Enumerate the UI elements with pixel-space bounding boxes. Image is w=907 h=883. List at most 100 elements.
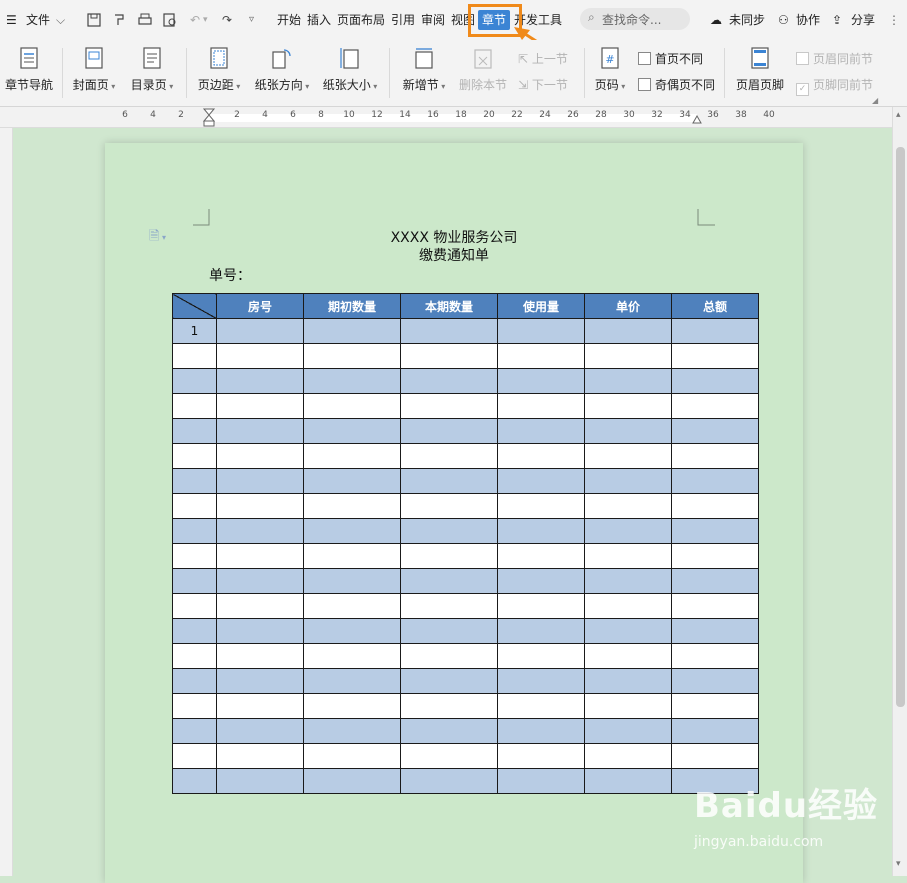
table-cell[interactable] — [400, 418, 498, 444]
table-cell[interactable] — [671, 543, 759, 569]
collaborate-icon[interactable]: ⚇ — [778, 11, 789, 29]
table-cell[interactable] — [671, 468, 759, 494]
table-cell[interactable] — [584, 743, 672, 769]
row-index-cell[interactable] — [172, 593, 217, 619]
table-cell[interactable] — [584, 468, 672, 494]
table-cell[interactable] — [303, 668, 401, 694]
orientation-button[interactable]: 纸张方向 ▾ — [251, 44, 313, 100]
table-cell[interactable] — [400, 768, 498, 794]
tab-references[interactable]: 引用 — [391, 11, 415, 29]
quick-access-dropdown-icon[interactable]: ▿ — [249, 11, 254, 29]
table-cell[interactable] — [303, 468, 401, 494]
table-cell[interactable] — [497, 568, 585, 594]
table-cell[interactable] — [303, 643, 401, 669]
table-cell[interactable] — [216, 568, 304, 594]
row-index-cell[interactable] — [172, 668, 217, 694]
table-cell[interactable] — [671, 393, 759, 419]
format-painter-icon[interactable] — [112, 12, 128, 28]
table-cell[interactable] — [400, 643, 498, 669]
table-cell[interactable] — [584, 443, 672, 469]
row-index-cell[interactable] — [172, 643, 217, 669]
table-cell[interactable] — [584, 343, 672, 369]
fee-table[interactable]: 房号 期初数量 本期数量 使用量 单价 总额 1 — [172, 293, 759, 794]
table-cell[interactable] — [497, 643, 585, 669]
horizontal-ruler[interactable]: 6 4 2 2 4 6 8 10 12 14 16 18 20 22 24 26… — [0, 107, 892, 128]
cover-page-button[interactable]: 封面页 ▾ — [68, 44, 120, 100]
table-cell[interactable] — [216, 743, 304, 769]
table-cell[interactable] — [584, 393, 672, 419]
new-section-button[interactable]: 新增节 ▾ — [396, 44, 452, 100]
table-cell[interactable] — [303, 443, 401, 469]
table-cell[interactable] — [584, 693, 672, 719]
table-cell[interactable] — [671, 368, 759, 394]
table-cell[interactable] — [216, 518, 304, 544]
row-index-cell[interactable] — [172, 743, 217, 769]
table-cell[interactable] — [216, 418, 304, 444]
right-indent-marker-icon[interactable] — [692, 111, 702, 125]
table-cell[interactable] — [303, 368, 401, 394]
table-cell[interactable] — [216, 718, 304, 744]
table-cell[interactable] — [671, 418, 759, 444]
table-cell[interactable] — [584, 618, 672, 644]
table-cell[interactable] — [671, 343, 759, 369]
table-cell[interactable] — [671, 743, 759, 769]
table-cell[interactable] — [303, 618, 401, 644]
row-index-cell[interactable] — [172, 618, 217, 644]
header-opening-quantity[interactable]: 期初数量 — [303, 293, 401, 319]
hamburger-menu-icon[interactable]: ☰ — [6, 11, 17, 29]
margins-button[interactable]: 页边距 ▾ — [193, 44, 245, 100]
indent-marker-icon[interactable] — [203, 108, 215, 128]
table-cell[interactable] — [497, 618, 585, 644]
share-icon[interactable]: ⇪ — [832, 11, 842, 29]
table-cell[interactable] — [497, 443, 585, 469]
table-cell[interactable] — [497, 468, 585, 494]
table-cell[interactable] — [497, 493, 585, 519]
table-cell[interactable] — [400, 518, 498, 544]
table-cell[interactable] — [584, 593, 672, 619]
table-cell[interactable] — [584, 518, 672, 544]
header-footer-button[interactable]: 页眉页脚 — [732, 44, 788, 100]
table-cell[interactable] — [584, 418, 672, 444]
prev-section-button[interactable]: ⇱ 上一节 — [518, 50, 568, 67]
paper-size-button[interactable]: 纸张大小 ▾ — [319, 44, 381, 100]
table-cell[interactable] — [400, 668, 498, 694]
table-cell[interactable] — [400, 343, 498, 369]
row-index-cell[interactable] — [172, 718, 217, 744]
row-index-cell[interactable] — [172, 343, 217, 369]
table-cell[interactable] — [400, 468, 498, 494]
table-cell[interactable] — [303, 543, 401, 569]
table-cell[interactable] — [400, 618, 498, 644]
diagonal-corner-cell[interactable] — [172, 293, 217, 319]
tab-insert[interactable]: 插入 — [307, 11, 331, 29]
table-cell[interactable] — [584, 568, 672, 594]
table-cell[interactable] — [497, 393, 585, 419]
table-cell[interactable] — [400, 318, 498, 344]
row-index-cell[interactable] — [172, 443, 217, 469]
table-cell[interactable] — [584, 543, 672, 569]
table-cell[interactable] — [400, 568, 498, 594]
table-cell[interactable] — [497, 668, 585, 694]
table-cell[interactable] — [400, 743, 498, 769]
header-same-as-prev-checkbox[interactable]: 页眉同前节 — [796, 50, 873, 67]
table-cell[interactable] — [303, 393, 401, 419]
table-cell[interactable] — [497, 693, 585, 719]
redo-icon[interactable]: ↷ — [222, 11, 232, 29]
share-button[interactable]: 分享 — [851, 11, 875, 29]
save-icon[interactable] — [86, 12, 102, 28]
table-cell[interactable] — [671, 593, 759, 619]
toc-page-button[interactable]: 目录页 ▾ — [126, 44, 178, 100]
footer-same-as-prev-checkbox[interactable]: ✓ 页脚同前节 — [796, 76, 873, 96]
table-cell[interactable] — [584, 368, 672, 394]
row-index-cell[interactable] — [172, 493, 217, 519]
table-cell[interactable] — [671, 443, 759, 469]
table-cell[interactable] — [584, 318, 672, 344]
table-cell[interactable] — [671, 643, 759, 669]
table-cell[interactable] — [584, 718, 672, 744]
table-cell[interactable] — [216, 393, 304, 419]
header-room-number[interactable]: 房号 — [216, 293, 304, 319]
table-cell[interactable] — [400, 718, 498, 744]
print-preview-icon[interactable] — [162, 12, 178, 28]
delete-section-button[interactable]: 删除本节 — [456, 44, 510, 100]
table-cell[interactable] — [303, 418, 401, 444]
checkbox-box[interactable] — [638, 78, 651, 91]
